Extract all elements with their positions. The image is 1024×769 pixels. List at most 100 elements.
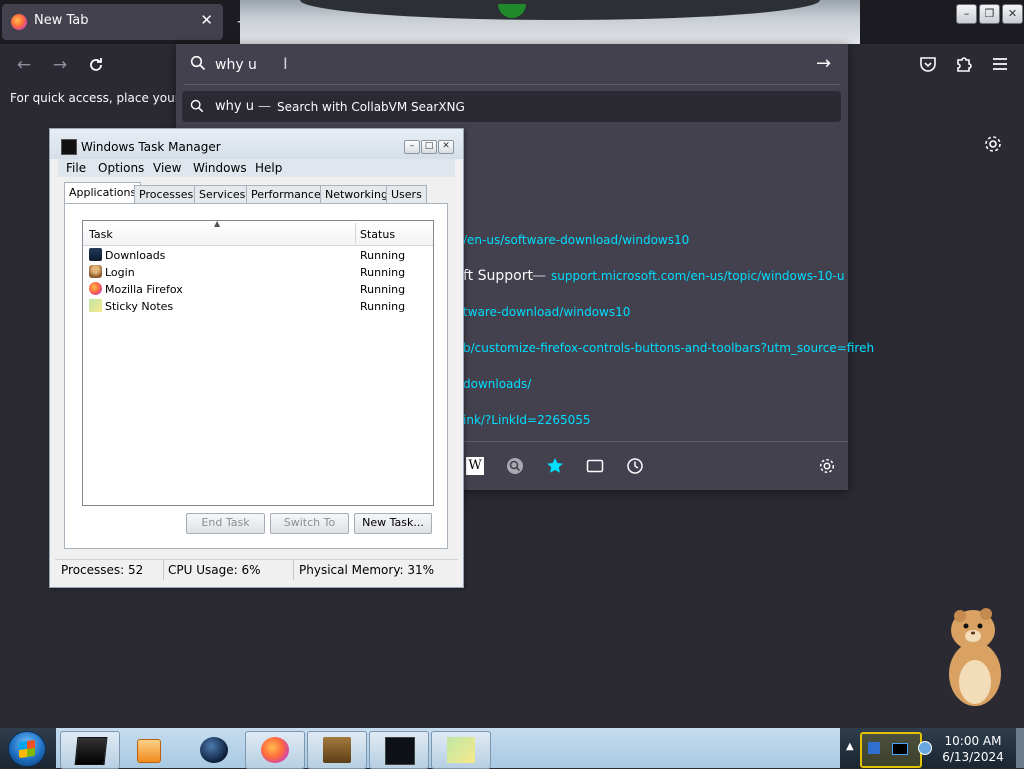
status-divider: [163, 560, 164, 580]
result-link[interactable]: ink/?LinkId=2265055: [463, 413, 591, 427]
maximize-button[interactable]: □: [421, 140, 437, 154]
task-status: Running: [360, 300, 406, 313]
firefox-favicon-icon: [11, 14, 27, 30]
taskbar-app-terminal[interactable]: [60, 731, 120, 769]
table-row[interactable]: Login Running: [83, 264, 433, 281]
volume-icon[interactable]: [918, 741, 932, 755]
settings-gear-icon[interactable]: [818, 457, 836, 475]
task-manager-window: Windows Task Manager – □ ✕ File Options …: [49, 128, 464, 588]
tab-processes[interactable]: Processes: [134, 185, 199, 203]
app-menu-button[interactable]: [990, 54, 1012, 76]
hamburger-icon: [993, 58, 1007, 70]
new-tab-button[interactable]: +: [236, 12, 249, 31]
go-arrow-icon[interactable]: →: [816, 53, 831, 74]
applications-panel: ▲ Task Status Downloads Running Login Ru…: [64, 203, 448, 549]
task-list[interactable]: ▲ Task Status Downloads Running Login Ru…: [82, 219, 434, 506]
sort-caret-icon: ▲: [214, 219, 221, 228]
network-icon: [868, 742, 880, 754]
menu-view[interactable]: View: [153, 161, 181, 175]
table-row[interactable]: Sticky Notes Running: [83, 298, 433, 315]
back-icon[interactable]: ←: [12, 54, 36, 76]
status-memory: Physical Memory: 31%: [299, 563, 435, 577]
tab-performance[interactable]: Performance: [246, 185, 326, 203]
clock-time: 10:00 AM: [944, 734, 1002, 748]
new-task-button[interactable]: New Task...: [354, 513, 432, 534]
tab-new-tab[interactable]: New Tab ✕: [2, 4, 223, 40]
minimize-button[interactable]: –: [956, 4, 977, 24]
task-manager-titlebar[interactable]: Windows Task Manager – □ ✕: [50, 129, 463, 159]
menu-file[interactable]: File: [66, 161, 86, 175]
show-hidden-icons-icon[interactable]: ▲: [846, 741, 854, 752]
taskbar-app-firefox[interactable]: [245, 731, 305, 769]
column-status[interactable]: Status: [360, 228, 395, 241]
result-link[interactable]: b/customize-firefox-controls-buttons-and…: [463, 341, 874, 355]
extensions-button[interactable]: [954, 54, 976, 76]
taskbar-app-task-manager[interactable]: [369, 731, 429, 769]
tab-applications[interactable]: Applications: [64, 182, 142, 204]
result-link[interactable]: tware-download/windows10: [463, 305, 630, 319]
windows-logo-icon: [19, 739, 35, 759]
search-engine-icon[interactable]: [506, 457, 524, 475]
show-desktop-button[interactable]: [1016, 728, 1024, 768]
taskbar-app-globe[interactable]: [184, 731, 244, 769]
tray-icons-group[interactable]: [860, 732, 922, 768]
start-button[interactable]: [8, 731, 46, 767]
menu-help[interactable]: Help: [255, 161, 282, 175]
menu-options[interactable]: Options: [98, 161, 144, 175]
forward-icon[interactable]: →: [48, 54, 72, 76]
reload-button[interactable]: [84, 54, 108, 76]
column-divider[interactable]: [355, 223, 356, 243]
bookmarks-toolbar-message: For quick access, place your bo: [10, 91, 199, 105]
sticky-notes-icon: [89, 299, 102, 312]
display-icon: [892, 743, 908, 755]
taskbar-app-media[interactable]: [120, 731, 180, 769]
wikipedia-icon[interactable]: W: [466, 457, 484, 475]
end-task-button[interactable]: End Task: [186, 513, 265, 534]
customize-new-tab-gear-icon[interactable]: [983, 134, 1003, 154]
list-header: ▲ Task Status: [83, 219, 433, 246]
suggestion-action: Search with CollabVM SearXNG: [277, 100, 465, 114]
result-link[interactable]: support.microsoft.com/en-us/topic/window…: [551, 269, 845, 283]
clock[interactable]: 10:00 AM 6/13/2024: [940, 733, 1006, 765]
table-row[interactable]: Downloads Running: [83, 247, 433, 264]
url-input[interactable]: why u I →: [176, 44, 848, 84]
minimize-button[interactable]: –: [404, 140, 420, 154]
close-button[interactable]: ✕: [438, 140, 454, 154]
result-link[interactable]: /en-us/software-download/windows10: [463, 233, 689, 247]
history-icon[interactable]: [626, 457, 644, 475]
task-name: Login: [105, 266, 135, 279]
firefox-icon: [89, 282, 102, 295]
taskbar-app-sticky-notes[interactable]: [431, 731, 491, 769]
restore-button[interactable]: ❐: [979, 4, 1000, 24]
status-bar: Processes: 52 CPU Usage: 6% Physical Mem…: [55, 559, 458, 580]
result-title[interactable]: ft Support: [463, 268, 533, 284]
clock-date: 6/13/2024: [942, 750, 1004, 764]
bookmarks-star-icon[interactable]: [546, 457, 564, 475]
box-game-icon: [323, 737, 351, 763]
hamster-desktop-pet[interactable]: [940, 604, 1010, 710]
menu-bar: File Options View Windows Help: [58, 159, 455, 177]
tabs-icon[interactable]: [586, 457, 604, 475]
globe-icon: [200, 737, 228, 763]
tab-title: New Tab: [34, 13, 89, 28]
result-link[interactable]: downloads/: [463, 377, 531, 391]
task-manager-icon: [385, 737, 415, 765]
tab-close-icon[interactable]: ✕: [200, 11, 213, 29]
search-icon: [190, 55, 206, 71]
tab-networking[interactable]: Networking: [320, 185, 393, 203]
url-input-text[interactable]: why u: [215, 57, 257, 73]
window-title: Windows Task Manager: [81, 140, 221, 154]
task-status: Running: [360, 249, 406, 262]
switch-to-button[interactable]: Switch To: [270, 513, 349, 534]
taskbar-app-box[interactable]: [307, 731, 367, 769]
close-window-button[interactable]: ✕: [1002, 4, 1023, 24]
login-icon: [89, 265, 102, 278]
table-row[interactable]: Mozilla Firefox Running: [83, 281, 433, 298]
search-suggestion-row[interactable]: why u — Search with CollabVM SearXNG: [182, 91, 841, 122]
column-task[interactable]: Task: [89, 228, 113, 241]
tab-services[interactable]: Services: [194, 185, 251, 203]
pocket-button[interactable]: [918, 54, 940, 76]
tab-users[interactable]: Users: [386, 185, 427, 203]
reload-icon: [90, 58, 102, 71]
menu-windows[interactable]: Windows: [193, 161, 247, 175]
